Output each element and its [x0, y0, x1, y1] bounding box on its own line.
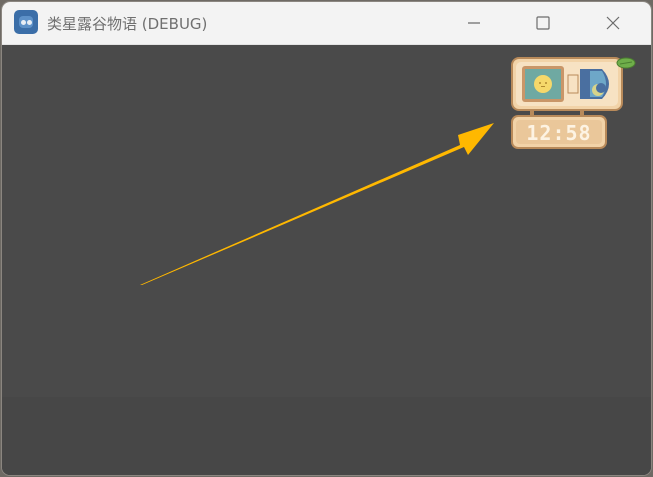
game-viewport[interactable]: 12:58: [2, 45, 651, 475]
title-bar[interactable]: 类星露谷物语 (DEBUG): [2, 2, 651, 45]
viewport-bottom-strip: [2, 397, 651, 475]
minimize-button[interactable]: [451, 2, 497, 44]
close-icon: [606, 16, 620, 30]
maximize-icon: [536, 16, 550, 30]
close-button[interactable]: [590, 2, 636, 44]
godot-robot-icon: [14, 10, 38, 34]
clock-time: 12:58: [526, 121, 591, 145]
day-clock-widget: 12:58: [511, 57, 636, 149]
leaf-icon: [616, 57, 636, 69]
sun-icon: [522, 66, 564, 102]
app-window: 类星露谷物语 (DEBUG) 12:58: [2, 2, 651, 475]
maximize-button[interactable]: [520, 2, 566, 44]
minimize-icon: [468, 22, 480, 24]
moon-icon: [580, 69, 609, 99]
window-title: 类星露谷物语 (DEBUG): [47, 15, 208, 33]
